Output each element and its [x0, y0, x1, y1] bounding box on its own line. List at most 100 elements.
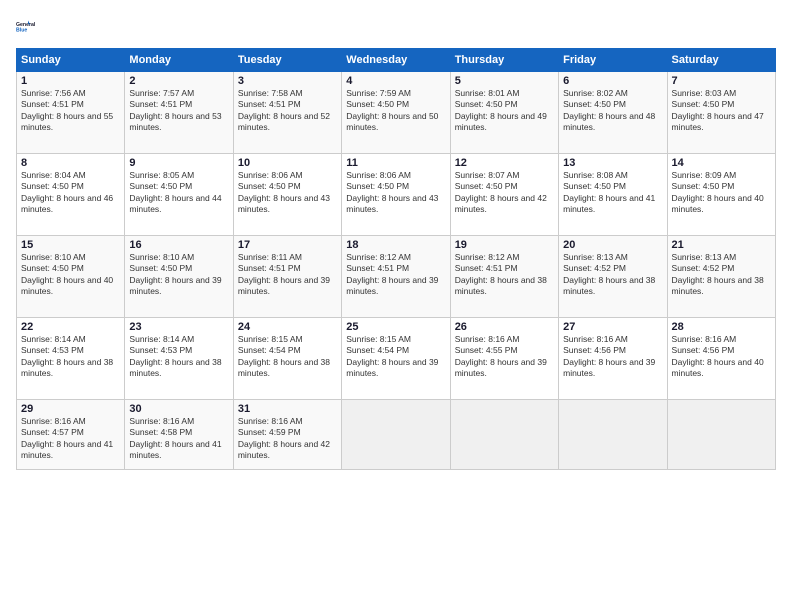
- day-info: Sunrise: 7:59 AM Sunset: 4:50 PM Dayligh…: [346, 88, 445, 134]
- day-number: 8: [21, 157, 120, 169]
- day-number: 10: [238, 157, 337, 169]
- day-number: 7: [672, 75, 771, 87]
- day-number: 22: [21, 321, 120, 333]
- day-info: Sunrise: 8:07 AM Sunset: 4:50 PM Dayligh…: [455, 170, 554, 216]
- day-info: Sunrise: 8:09 AM Sunset: 4:50 PM Dayligh…: [672, 170, 771, 216]
- day-info: Sunrise: 8:10 AM Sunset: 4:50 PM Dayligh…: [21, 252, 120, 298]
- logo-icon: General Blue: [16, 12, 44, 40]
- day-info: Sunrise: 8:10 AM Sunset: 4:50 PM Dayligh…: [129, 252, 228, 298]
- calendar-day: 20 Sunrise: 8:13 AM Sunset: 4:52 PM Dayl…: [559, 236, 667, 318]
- calendar-day: 29 Sunrise: 8:16 AM Sunset: 4:57 PM Dayl…: [17, 400, 125, 470]
- day-number: 13: [563, 157, 662, 169]
- day-of-week-header: Friday: [559, 49, 667, 72]
- day-info: Sunrise: 8:13 AM Sunset: 4:52 PM Dayligh…: [563, 252, 662, 298]
- day-info: Sunrise: 8:06 AM Sunset: 4:50 PM Dayligh…: [238, 170, 337, 216]
- day-number: 21: [672, 239, 771, 251]
- day-of-week-header: Wednesday: [342, 49, 450, 72]
- calendar-day: 18 Sunrise: 8:12 AM Sunset: 4:51 PM Dayl…: [342, 236, 450, 318]
- day-number: 1: [21, 75, 120, 87]
- day-number: 30: [129, 403, 228, 415]
- calendar-day: 16 Sunrise: 8:10 AM Sunset: 4:50 PM Dayl…: [125, 236, 233, 318]
- day-info: Sunrise: 8:05 AM Sunset: 4:50 PM Dayligh…: [129, 170, 228, 216]
- svg-text:General: General: [16, 22, 36, 28]
- empty-cell: [559, 400, 667, 470]
- day-info: Sunrise: 8:16 AM Sunset: 4:57 PM Dayligh…: [21, 416, 120, 462]
- calendar-day: 15 Sunrise: 8:10 AM Sunset: 4:50 PM Dayl…: [17, 236, 125, 318]
- day-info: Sunrise: 8:14 AM Sunset: 4:53 PM Dayligh…: [129, 334, 228, 380]
- day-of-week-header: Tuesday: [233, 49, 341, 72]
- day-of-week-header: Saturday: [667, 49, 775, 72]
- page: General Blue SundayMondayTuesdayWednesda…: [0, 0, 792, 612]
- day-info: Sunrise: 8:03 AM Sunset: 4:50 PM Dayligh…: [672, 88, 771, 134]
- calendar-day: 12 Sunrise: 8:07 AM Sunset: 4:50 PM Dayl…: [450, 154, 558, 236]
- calendar-day: 21 Sunrise: 8:13 AM Sunset: 4:52 PM Dayl…: [667, 236, 775, 318]
- day-info: Sunrise: 8:13 AM Sunset: 4:52 PM Dayligh…: [672, 252, 771, 298]
- day-of-week-header: Thursday: [450, 49, 558, 72]
- calendar-day: 14 Sunrise: 8:09 AM Sunset: 4:50 PM Dayl…: [667, 154, 775, 236]
- day-info: Sunrise: 8:08 AM Sunset: 4:50 PM Dayligh…: [563, 170, 662, 216]
- calendar-day: 9 Sunrise: 8:05 AM Sunset: 4:50 PM Dayli…: [125, 154, 233, 236]
- day-number: 5: [455, 75, 554, 87]
- calendar-day: 30 Sunrise: 8:16 AM Sunset: 4:58 PM Dayl…: [125, 400, 233, 470]
- calendar-day: 28 Sunrise: 8:16 AM Sunset: 4:56 PM Dayl…: [667, 318, 775, 400]
- day-number: 28: [672, 321, 771, 333]
- day-info: Sunrise: 8:16 AM Sunset: 4:59 PM Dayligh…: [238, 416, 337, 462]
- day-info: Sunrise: 8:14 AM Sunset: 4:53 PM Dayligh…: [21, 334, 120, 380]
- calendar-day: 2 Sunrise: 7:57 AM Sunset: 4:51 PM Dayli…: [125, 72, 233, 154]
- day-info: Sunrise: 8:12 AM Sunset: 4:51 PM Dayligh…: [455, 252, 554, 298]
- day-number: 6: [563, 75, 662, 87]
- day-info: Sunrise: 8:16 AM Sunset: 4:58 PM Dayligh…: [129, 416, 228, 462]
- calendar-day: 31 Sunrise: 8:16 AM Sunset: 4:59 PM Dayl…: [233, 400, 341, 470]
- day-number: 25: [346, 321, 445, 333]
- day-number: 18: [346, 239, 445, 251]
- day-info: Sunrise: 8:06 AM Sunset: 4:50 PM Dayligh…: [346, 170, 445, 216]
- day-number: 20: [563, 239, 662, 251]
- calendar-day: 10 Sunrise: 8:06 AM Sunset: 4:50 PM Dayl…: [233, 154, 341, 236]
- calendar-day: 3 Sunrise: 7:58 AM Sunset: 4:51 PM Dayli…: [233, 72, 341, 154]
- calendar-day: 1 Sunrise: 7:56 AM Sunset: 4:51 PM Dayli…: [17, 72, 125, 154]
- calendar-day: 7 Sunrise: 8:03 AM Sunset: 4:50 PM Dayli…: [667, 72, 775, 154]
- day-info: Sunrise: 7:56 AM Sunset: 4:51 PM Dayligh…: [21, 88, 120, 134]
- calendar-day: 11 Sunrise: 8:06 AM Sunset: 4:50 PM Dayl…: [342, 154, 450, 236]
- calendar-day: 4 Sunrise: 7:59 AM Sunset: 4:50 PM Dayli…: [342, 72, 450, 154]
- calendar-day: 8 Sunrise: 8:04 AM Sunset: 4:50 PM Dayli…: [17, 154, 125, 236]
- day-info: Sunrise: 7:58 AM Sunset: 4:51 PM Dayligh…: [238, 88, 337, 134]
- calendar-day: 19 Sunrise: 8:12 AM Sunset: 4:51 PM Dayl…: [450, 236, 558, 318]
- day-info: Sunrise: 8:04 AM Sunset: 4:50 PM Dayligh…: [21, 170, 120, 216]
- day-info: Sunrise: 8:16 AM Sunset: 4:55 PM Dayligh…: [455, 334, 554, 380]
- day-info: Sunrise: 8:11 AM Sunset: 4:51 PM Dayligh…: [238, 252, 337, 298]
- calendar-day: 27 Sunrise: 8:16 AM Sunset: 4:56 PM Dayl…: [559, 318, 667, 400]
- day-info: Sunrise: 8:16 AM Sunset: 4:56 PM Dayligh…: [563, 334, 662, 380]
- day-number: 16: [129, 239, 228, 251]
- day-number: 12: [455, 157, 554, 169]
- day-number: 24: [238, 321, 337, 333]
- calendar-day: 13 Sunrise: 8:08 AM Sunset: 4:50 PM Dayl…: [559, 154, 667, 236]
- day-info: Sunrise: 8:02 AM Sunset: 4:50 PM Dayligh…: [563, 88, 662, 134]
- calendar-day: 25 Sunrise: 8:15 AM Sunset: 4:54 PM Dayl…: [342, 318, 450, 400]
- header: General Blue: [16, 12, 776, 40]
- day-info: Sunrise: 8:12 AM Sunset: 4:51 PM Dayligh…: [346, 252, 445, 298]
- day-info: Sunrise: 8:15 AM Sunset: 4:54 PM Dayligh…: [346, 334, 445, 380]
- empty-cell: [342, 400, 450, 470]
- svg-text:Blue: Blue: [16, 28, 27, 34]
- day-of-week-header: Monday: [125, 49, 233, 72]
- day-number: 19: [455, 239, 554, 251]
- day-number: 29: [21, 403, 120, 415]
- day-number: 2: [129, 75, 228, 87]
- empty-cell: [450, 400, 558, 470]
- day-info: Sunrise: 7:57 AM Sunset: 4:51 PM Dayligh…: [129, 88, 228, 134]
- calendar: SundayMondayTuesdayWednesdayThursdayFrid…: [16, 48, 776, 470]
- day-of-week-header: Sunday: [17, 49, 125, 72]
- day-number: 23: [129, 321, 228, 333]
- calendar-day: 24 Sunrise: 8:15 AM Sunset: 4:54 PM Dayl…: [233, 318, 341, 400]
- day-info: Sunrise: 8:15 AM Sunset: 4:54 PM Dayligh…: [238, 334, 337, 380]
- calendar-day: 26 Sunrise: 8:16 AM Sunset: 4:55 PM Dayl…: [450, 318, 558, 400]
- day-number: 3: [238, 75, 337, 87]
- calendar-day: 5 Sunrise: 8:01 AM Sunset: 4:50 PM Dayli…: [450, 72, 558, 154]
- day-info: Sunrise: 8:01 AM Sunset: 4:50 PM Dayligh…: [455, 88, 554, 134]
- calendar-day: 22 Sunrise: 8:14 AM Sunset: 4:53 PM Dayl…: [17, 318, 125, 400]
- day-number: 26: [455, 321, 554, 333]
- day-info: Sunrise: 8:16 AM Sunset: 4:56 PM Dayligh…: [672, 334, 771, 380]
- calendar-day: 23 Sunrise: 8:14 AM Sunset: 4:53 PM Dayl…: [125, 318, 233, 400]
- calendar-day: 17 Sunrise: 8:11 AM Sunset: 4:51 PM Dayl…: [233, 236, 341, 318]
